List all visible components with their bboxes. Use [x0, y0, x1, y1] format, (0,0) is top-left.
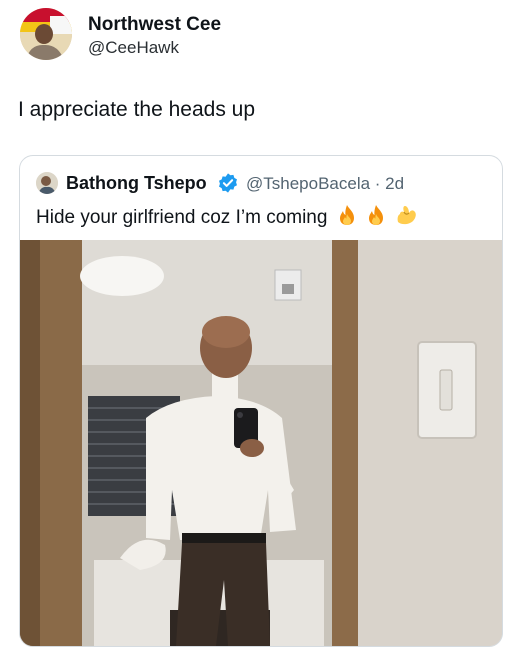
tweet-text: I appreciate the heads up	[18, 98, 256, 121]
fire-emoji	[369, 205, 384, 225]
quoted-tweet[interactable]: Bathong Tshepo @TshepoBacela · 2d Hide y…	[19, 155, 503, 647]
fire-emoji	[339, 205, 354, 225]
tweet-header: Northwest Cee @CeeHawk	[18, 8, 498, 68]
pinched-fingers-emoji	[397, 206, 417, 225]
quoted-tweet-header: Bathong Tshepo @TshepoBacela · 2d	[36, 170, 496, 196]
quoted-text: Hide your girlfriend coz I’m coming	[36, 207, 328, 228]
mirror-selfie-photo[interactable]	[20, 240, 502, 646]
quoted-author-name[interactable]: Bathong Tshepo	[66, 173, 207, 194]
quoted-author-avatar[interactable]	[36, 172, 58, 194]
quoted-handle-and-time[interactable]: @TshepoBacela · 2d	[246, 174, 404, 194]
verified-badge-icon	[219, 173, 237, 193]
quoted-tweet-text: Hide your girlfriend coz I’m coming	[36, 204, 419, 229]
author-avatar[interactable]	[20, 8, 72, 60]
author-name[interactable]: Northwest Cee	[88, 14, 221, 36]
author-handle[interactable]: @CeeHawk	[88, 38, 179, 58]
